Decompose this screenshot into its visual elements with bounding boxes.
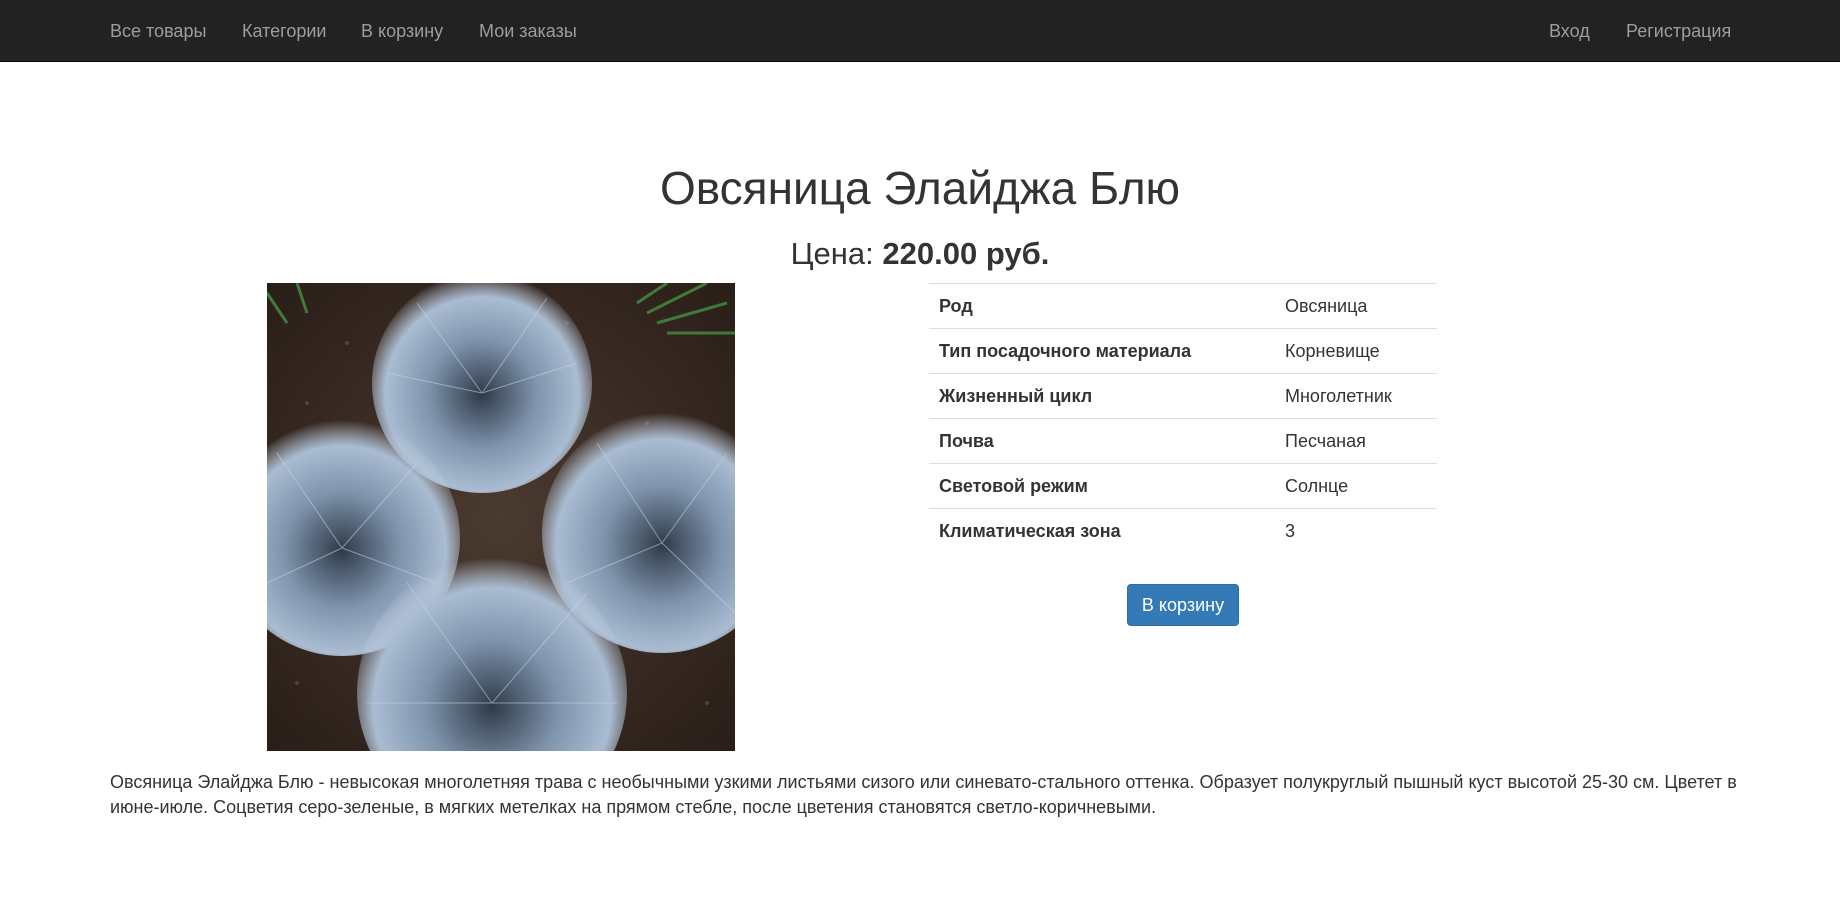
product-price: Цена: 220.00 руб. (0, 232, 1840, 276)
add-to-cart-button[interactable]: В корзину (1127, 584, 1239, 626)
spec-key: Почва (929, 418, 1275, 464)
nav-categories[interactable]: Категории (242, 0, 326, 62)
spec-key: Световой режим (929, 463, 1275, 509)
nav-my-orders[interactable]: Мои заказы (479, 0, 577, 62)
nav-cart[interactable]: В корзину (361, 0, 443, 62)
spec-value: Песчаная (1275, 418, 1437, 464)
spec-key: Жизненный цикл (929, 373, 1275, 419)
table-row: Почва Песчаная (929, 418, 1437, 464)
plant-photo-icon (267, 283, 735, 751)
table-row: Климатическая зона 3 (929, 508, 1437, 554)
spec-value: Солнце (1275, 463, 1437, 509)
spec-key: Климатическая зона (929, 508, 1275, 554)
table-row: Жизненный цикл Многолетник (929, 373, 1437, 419)
price-value: 220.00 руб. (882, 236, 1050, 271)
table-row: Тип посадочного материала Корневище (929, 328, 1437, 374)
spec-key: Род (929, 283, 1275, 329)
nav-all-products[interactable]: Все товары (110, 0, 206, 62)
spec-value: Овсяница (1275, 283, 1437, 329)
table-row: Род Овсяница (929, 283, 1437, 329)
spec-value: Многолетник (1275, 373, 1437, 419)
spec-value: 3 (1275, 508, 1437, 554)
nav-register[interactable]: Регистрация (1626, 0, 1731, 62)
spec-value: Корневище (1275, 328, 1437, 374)
specs-table: Род Овсяница Тип посадочного материала К… (929, 283, 1437, 554)
table-row: Световой режим Солнце (929, 463, 1437, 509)
product-title: Овсяница Элайджа Блю (659, 162, 1181, 214)
top-navbar: Все товары Категории В корзину Мои заказ… (0, 0, 1840, 62)
spec-key: Тип посадочного материала (929, 328, 1275, 374)
nav-login[interactable]: Вход (1549, 0, 1590, 62)
product-image (267, 283, 735, 751)
price-label: Цена: (790, 236, 883, 271)
product-description: Овсяница Элайджа Блю - невысокая многоле… (110, 772, 1737, 817)
